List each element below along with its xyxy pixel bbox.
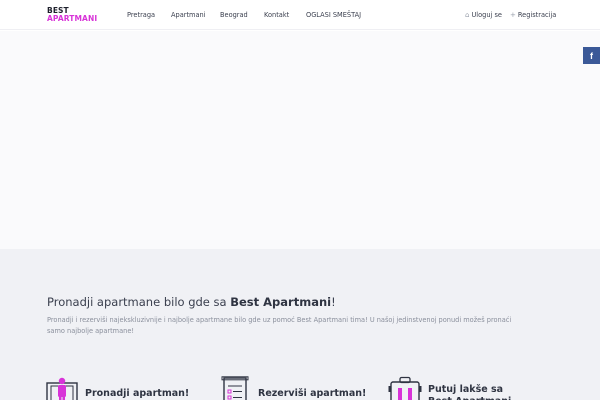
nav-item-beograd[interactable]: Beograd <box>220 11 248 19</box>
luggage-icon <box>388 376 422 400</box>
info-title-suffix: ! <box>331 295 336 309</box>
site-logo[interactable]: BEST APARTMANI <box>47 7 97 23</box>
facebook-icon: f <box>590 50 593 61</box>
nav-item-oglasi-smestaj[interactable]: OGLASI SMEŠTAJ <box>306 11 361 19</box>
nav-item-apartmani[interactable]: Apartmani <box>171 11 206 19</box>
register-link[interactable]: + Registracija <box>510 11 556 19</box>
login-label: Uloguj se <box>471 11 502 19</box>
feature-label: Pronadji apartman! <box>85 388 190 399</box>
info-description: Pronadji i rezerviši najekskluzivnije i … <box>47 316 512 335</box>
site-header: BEST APARTMANI Pretraga Apartmani Beogra… <box>0 0 600 30</box>
user-icon: ⌂ <box>465 11 470 19</box>
nav-item-kontakt[interactable]: Kontakt <box>264 11 289 19</box>
info-title-prefix: Pronadji apartmane bilo gde sa <box>47 295 231 309</box>
login-link[interactable]: ⌂ Uloguj se <box>465 11 502 19</box>
info-title: Pronadji apartmane bilo gde sa Best Apar… <box>47 295 336 309</box>
nav-item-pretraga[interactable]: Pretraga <box>127 11 155 19</box>
facebook-share-button[interactable]: f <box>583 47 600 64</box>
page: BEST APARTMANI Pretraga Apartmani Beogra… <box>0 0 600 400</box>
info-title-brand: Best Apartmani <box>230 295 332 309</box>
feature-find-apartment: Pronadji apartman! <box>45 376 189 400</box>
feature-book-apartment: Rezerviši apartman! <box>220 376 366 400</box>
register-label: Registracija <box>517 11 557 19</box>
plus-icon: + <box>510 11 516 19</box>
hero-area <box>0 31 600 249</box>
hotel-door-icon <box>46 377 78 400</box>
feature-travel-easier: Putuj lakše sa Best Apartmani <box>388 376 518 400</box>
feature-label: Rezerviši apartman! <box>258 388 367 399</box>
logo-line-apartmani: APARTMANI <box>47 14 98 23</box>
feature-label: Putuj lakše sa Best Apartmani <box>428 384 511 400</box>
checklist-icon <box>221 376 249 400</box>
